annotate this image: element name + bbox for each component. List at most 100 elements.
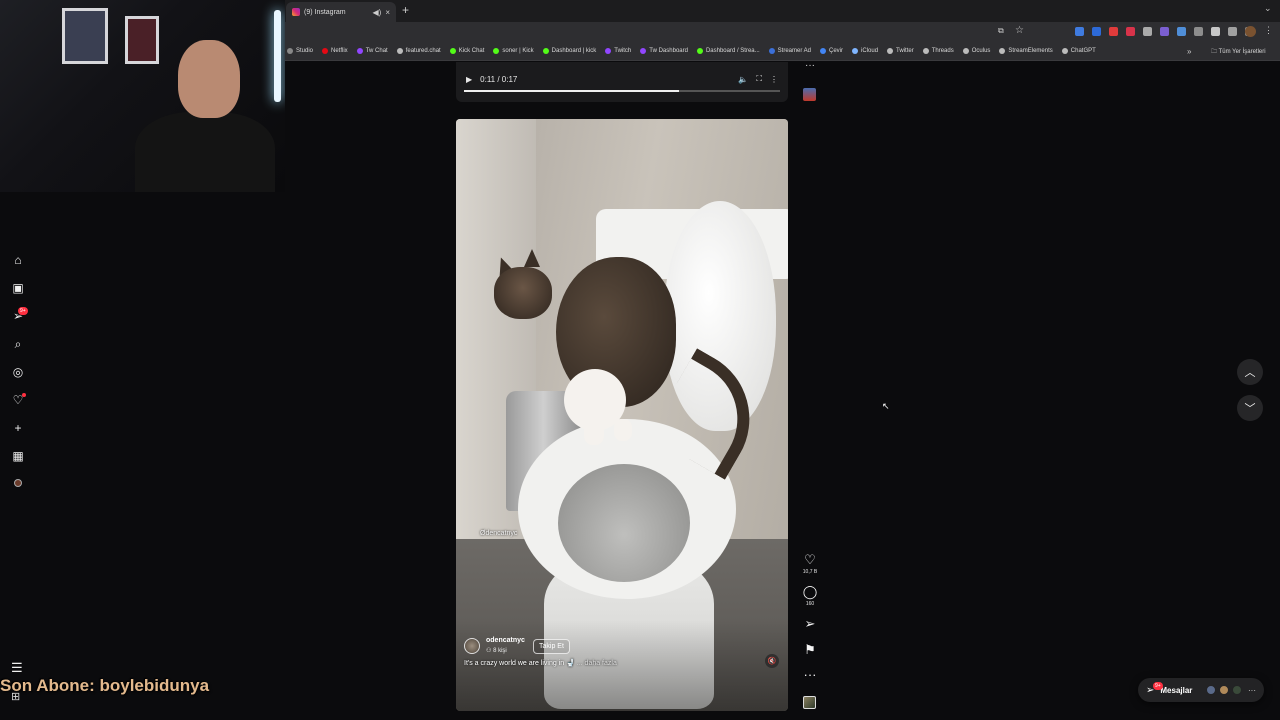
more-action[interactable]: ··· — [800, 668, 820, 682]
bookmarks-more-button[interactable]: » — [1187, 47, 1191, 56]
extension-icon[interactable] — [1211, 27, 1220, 36]
creator-avatar[interactable] — [464, 638, 480, 654]
more-menu-icon[interactable]: ⋮ — [1264, 25, 1273, 36]
bookmark-item[interactable]: Dashboard / Strea... — [696, 48, 760, 54]
all-bookmarks-button[interactable]: 🗀 Tüm Yer İşaretleri — [1211, 47, 1266, 57]
save-action[interactable]: ⚑ — [800, 643, 820, 657]
streamer-body — [135, 112, 275, 192]
play-icon[interactable]: ▶ — [466, 75, 472, 84]
bookmark-label: Tw Dashboard — [649, 48, 688, 54]
extension-icon[interactable] — [1126, 27, 1135, 36]
volume-icon[interactable]: 🔈 — [738, 75, 748, 84]
follow-button[interactable]: Takip Et — [533, 639, 570, 654]
messages-badge: 9+ — [1153, 682, 1163, 690]
bookmark-item[interactable]: featured.chat — [396, 48, 441, 54]
audience-label: ⚇ 8 kişi — [486, 647, 507, 654]
extension-icon[interactable] — [1160, 27, 1169, 36]
create-plus-icon[interactable]: + — [8, 418, 28, 438]
audio-thumbnail[interactable] — [803, 88, 816, 101]
share-icon[interactable]: ➢ — [800, 617, 820, 631]
bookmark-label: soner | Kick — [502, 48, 534, 54]
tab-audio-icon[interactable]: ◀) — [373, 8, 382, 17]
bookmark-label: Kick Chat — [458, 48, 485, 54]
bookmark-favicon-icon — [287, 48, 293, 54]
video-more-icon[interactable]: ⋮ — [770, 75, 778, 84]
bookmark-item[interactable]: Çevir — [820, 48, 843, 54]
bookmark-item[interactable]: Tw Dashboard — [640, 48, 688, 54]
audio-thumbnail[interactable] — [803, 696, 816, 709]
next-reel-button[interactable]: ﹀ — [1237, 395, 1263, 421]
bookmark-item[interactable]: ChatGPT — [1061, 48, 1096, 54]
extension-icon[interactable] — [1194, 27, 1203, 36]
extension-icon[interactable] — [1109, 27, 1118, 36]
extension-icon[interactable] — [1075, 27, 1084, 36]
bookmark-item[interactable]: Threads — [922, 48, 954, 54]
streamer-head — [178, 40, 240, 118]
bookmark-label: Netflix — [331, 48, 348, 54]
bookmark-item[interactable]: Netflix — [322, 48, 348, 54]
mouse-cursor-icon: ↖ — [882, 401, 890, 411]
dashboard-icon[interactable]: ▦ — [8, 446, 28, 466]
previous-reel-button[interactable]: ︿ — [1237, 359, 1263, 385]
extension-icon[interactable] — [1177, 27, 1186, 36]
bookmark-label: Tw Chat — [365, 48, 388, 54]
bookmark-label: Dashboard / Strea... — [705, 48, 760, 54]
new-tab-button[interactable]: + — [402, 3, 409, 17]
caption-more-link[interactable]: ... daha fazla — [577, 660, 617, 667]
chevron-down-icon: ﹀ — [1244, 403, 1256, 415]
fullscreen-icon[interactable]: ⛶ — [756, 74, 762, 84]
like-count: 10,7 B — [802, 569, 818, 575]
bookmark-favicon-icon — [768, 48, 775, 54]
bookmark-favicon-icon — [605, 48, 612, 54]
bookmark-item[interactable]: Kick Chat — [449, 48, 485, 54]
more-options-icon[interactable]: ··· — [800, 668, 820, 682]
bookmark-item[interactable]: Dashboard | kick — [542, 48, 597, 54]
reels-icon[interactable]: ▣ — [8, 278, 28, 298]
bookmark-item[interactable]: iCloud — [852, 48, 878, 54]
video-progress-bar[interactable] — [464, 90, 780, 92]
mute-icon[interactable]: 🔇 — [765, 654, 779, 668]
bookmark-item[interactable]: Twitter — [887, 48, 914, 54]
search-icon[interactable]: ⌕ — [8, 334, 28, 354]
cast-icon[interactable]: ⧉ — [998, 26, 1004, 36]
bookmark-item[interactable]: Studio — [287, 48, 313, 54]
bookmark-label: Dashboard | kick — [551, 48, 597, 54]
heart-icon[interactable]: ♡ — [800, 553, 820, 567]
comment-action[interactable]: ◯ 160 — [800, 585, 820, 608]
bookmark-favicon-icon — [493, 48, 500, 54]
extension-icon[interactable] — [1092, 27, 1101, 36]
bookmark-item[interactable]: soner | Kick — [493, 48, 534, 54]
cat-head — [494, 267, 552, 319]
home-icon[interactable]: ⌂ — [8, 250, 28, 270]
creator-username[interactable]: odencatnyc — [486, 637, 525, 644]
bookmark-favicon-icon — [322, 48, 329, 54]
puzzle-icon[interactable] — [1228, 27, 1237, 36]
share-action[interactable]: ➢ — [800, 617, 820, 631]
profile-avatar[interactable] — [1245, 26, 1256, 37]
bookmark-item[interactable]: Twitch — [605, 48, 631, 54]
neon-light — [274, 10, 281, 102]
bookmark-label: Çevir — [829, 48, 844, 54]
wall-frame — [125, 16, 159, 64]
all-bookmarks-label: Tüm Yer İşaretleri — [1218, 49, 1266, 55]
bookmark-item[interactable]: StreamElements — [999, 48, 1053, 54]
tab-search-icon[interactable]: ⌄ — [1264, 3, 1272, 14]
more-options-icon[interactable]: ··· — [805, 60, 815, 71]
tab-close-icon[interactable]: × — [385, 8, 390, 17]
bookmark-favicon-icon — [449, 48, 456, 54]
comment-icon[interactable]: ◯ — [800, 585, 820, 599]
like-action[interactable]: ♡ 10,7 B — [800, 553, 820, 576]
profile-avatar[interactable] — [14, 479, 22, 487]
reel-caption: It's a crazy world we are living in 🚽 ..… — [464, 659, 617, 667]
browser-tab[interactable]: (9) Instagram ◀) × — [286, 2, 396, 22]
address-bar[interactable] — [285, 22, 1280, 42]
explore-icon[interactable]: ◎ — [8, 362, 28, 382]
bookmark-icon[interactable]: ⚑ — [800, 643, 820, 657]
bookmark-item[interactable]: Streamer Ad — [768, 48, 811, 54]
bookmark-favicon-icon — [356, 48, 363, 54]
bookmark-item[interactable]: Oculus — [962, 48, 990, 54]
hamburger-menu-icon[interactable]: ☰ — [11, 660, 23, 676]
extension-icon[interactable] — [1143, 27, 1152, 36]
bookmark-item[interactable]: Tw Chat — [356, 48, 388, 54]
bookmark-star-icon[interactable]: ☆ — [1015, 25, 1024, 36]
